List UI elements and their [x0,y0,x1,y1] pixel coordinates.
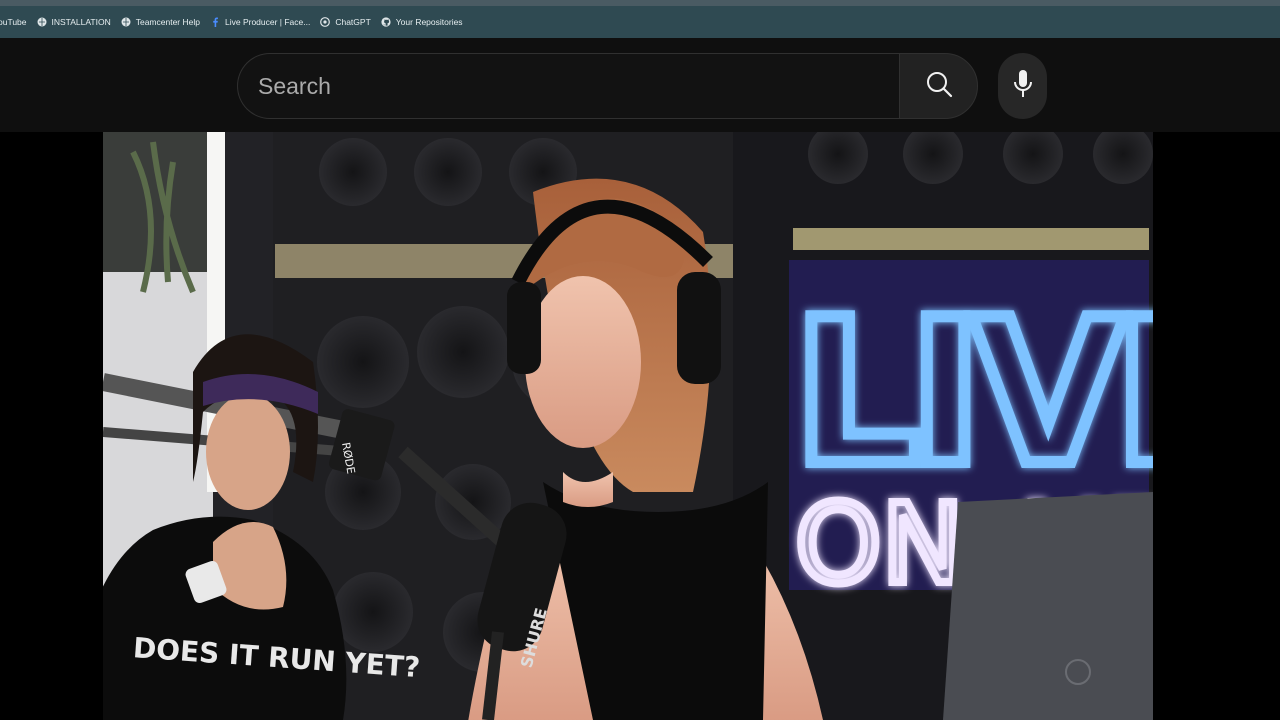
voice-search-button[interactable] [998,53,1047,119]
bookmark-live-producer[interactable]: Live Producer | Face... [210,17,310,27]
microphone-icon [1012,69,1034,104]
globe-icon [121,17,131,27]
headphone-right [677,272,721,384]
bookmark-chatgpt[interactable]: ChatGPT [320,17,371,27]
bookmark-installation[interactable]: INSTALLATION [37,17,111,27]
bookmark-label: Your Repositories [395,17,463,27]
bookmark-your-repositories[interactable]: Your Repositories [381,17,463,27]
face [525,276,641,448]
bookmark-label: INSTALLATION [51,17,111,27]
youtube-masthead [0,38,1280,132]
search-button[interactable] [899,53,978,119]
search-box [237,53,978,119]
gold-shelf [793,228,1149,250]
headphone-left [507,282,541,374]
bookmark-label: Live Producer | Face... [224,17,311,27]
bookmark-label: ouTube [0,17,27,27]
video-frame: LIVE ON AIR RØDE [103,132,1153,720]
bookmark-youtube[interactable]: ouTube [0,17,27,27]
neon-sign-live: LIVE [793,277,1153,510]
video-player[interactable]: LIVE ON AIR RØDE [0,132,1280,720]
chatgpt-icon [320,17,331,27]
github-icon [381,17,391,27]
search-icon [925,70,953,103]
laptop [943,492,1153,720]
video-scene: LIVE ON AIR RØDE [103,132,1153,720]
bookmarks-bar: ouTube INSTALLATION Teamcenter Help Live… [0,6,1280,38]
man-face [206,394,290,510]
bookmark-label: ChatGPT [335,17,371,27]
bookmark-label: Teamcenter Help [135,17,200,27]
globe-icon [37,17,47,27]
search-input[interactable] [237,53,899,119]
bookmark-teamcenter-help[interactable]: Teamcenter Help [121,17,200,27]
facebook-icon [210,17,220,27]
